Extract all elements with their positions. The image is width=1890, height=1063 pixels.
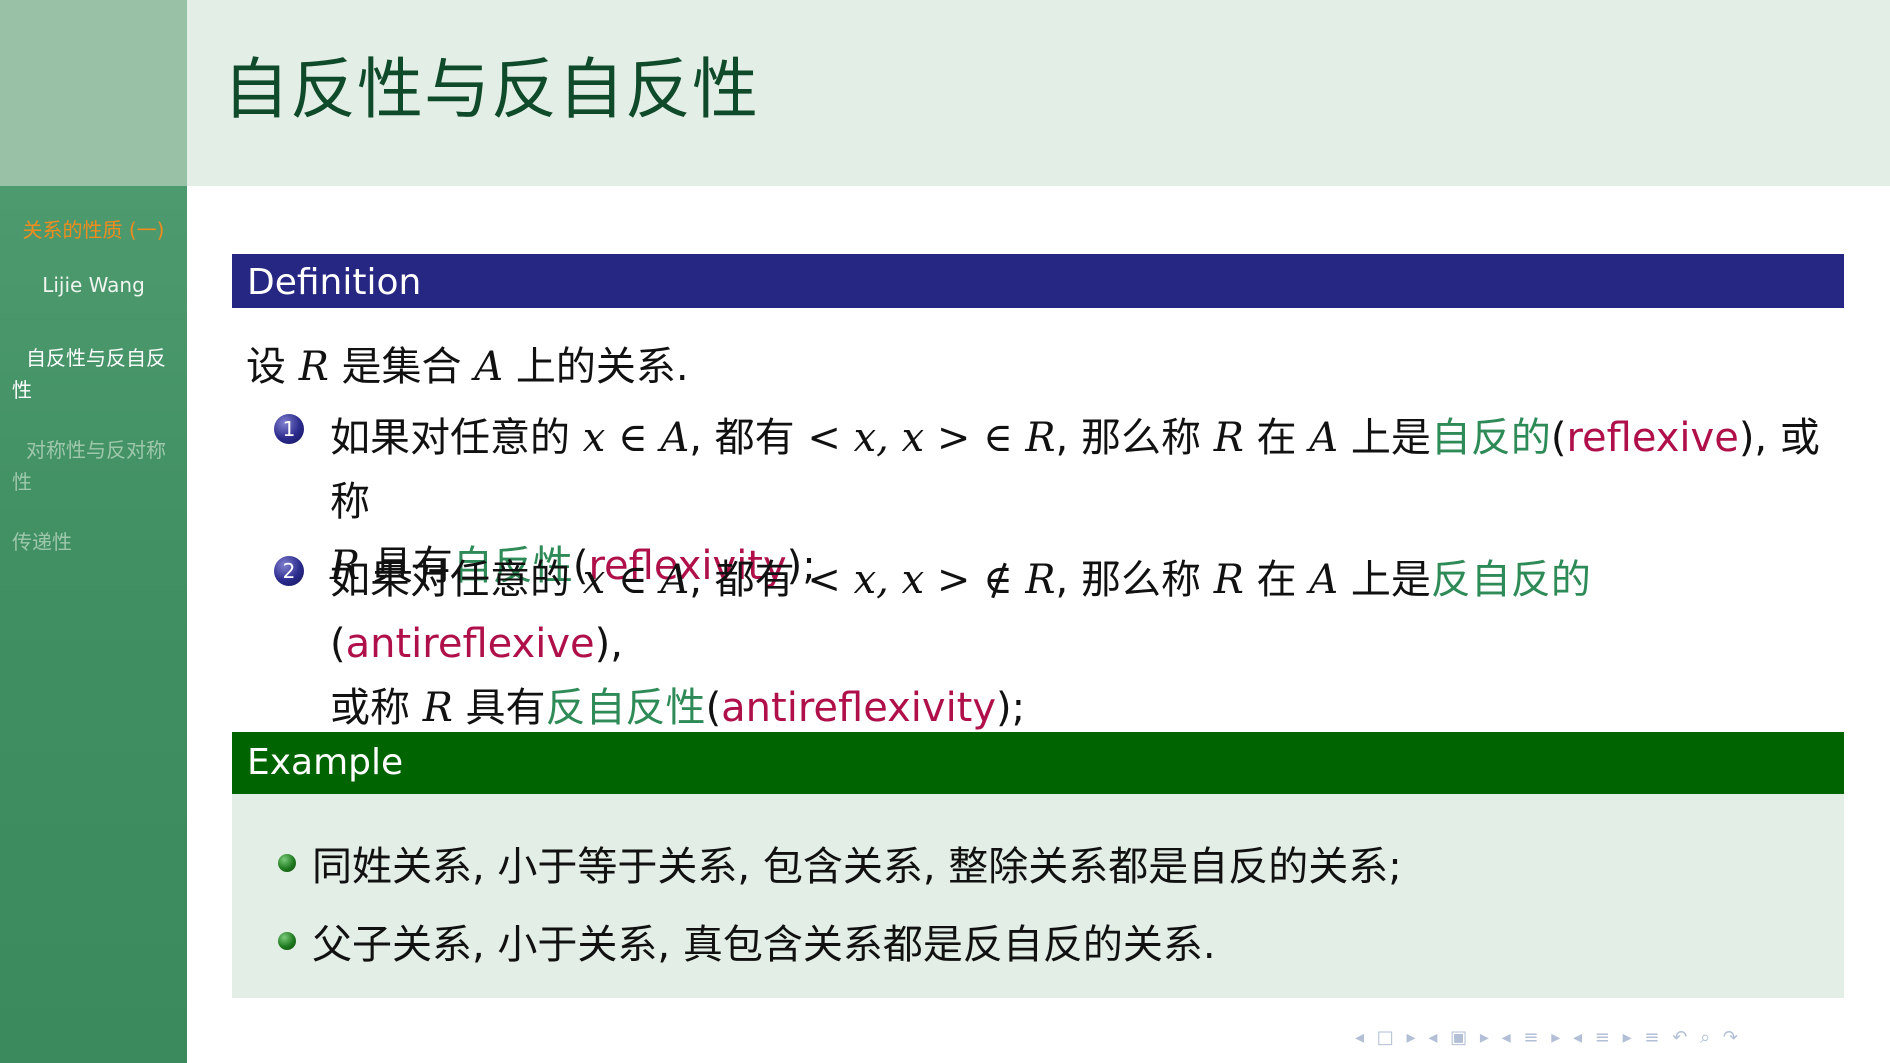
bullet-icon xyxy=(278,932,296,950)
term-antireflexive-en: antireflexive xyxy=(345,621,595,667)
term-reflexive: 自反的 xyxy=(1430,415,1551,461)
definition-heading: Definition xyxy=(247,262,422,303)
intro-math-r: R xyxy=(298,344,329,390)
sidebar-author[interactable]: Lijie Wang xyxy=(0,273,187,297)
term-antireflexivity: 反自反性 xyxy=(545,685,706,731)
sidebar-item-transitive[interactable]: 传递性 xyxy=(12,526,178,558)
nav-forward-icon[interactable]: ↷ xyxy=(1723,1027,1738,1048)
example-item-text: 父子关系, 小于关系, 真包含关系都是反自反的关系. xyxy=(312,922,1216,968)
definition-heading-bar: Definition xyxy=(232,254,1844,308)
navigation-bar: ◂ □ ▸ ◂ ▣ ▸ ◂ ≡ ▸ ◂ ≡ ▸ ≡ ↶ ⌕ ↷ xyxy=(1355,1027,1880,1051)
example-heading: Example xyxy=(247,742,404,783)
sidebar-item-symmetric[interactable]: 对称性与反对称性 xyxy=(12,434,178,498)
nav-frame-icon[interactable]: □ xyxy=(1377,1027,1394,1048)
nav-next-section-icon[interactable]: ▸ xyxy=(1551,1027,1560,1048)
definition-body: 设 R 是集合 A 上的关系. 1 如果对任意的 x ∈ A, 都有 < x, … xyxy=(232,308,1844,731)
nav-search-icon[interactable]: ⌕ xyxy=(1700,1027,1710,1048)
term-reflexive-en: reflexive xyxy=(1566,415,1739,461)
sidebar-short-title[interactable]: 关系的性质 (一) xyxy=(0,214,187,243)
example-item-text: 同姓关系, 小于等于关系, 包含关系, 整除关系都是自反的关系; xyxy=(312,844,1402,890)
intro-text: 设 xyxy=(246,344,299,390)
nav-prev-frame-icon[interactable]: ◂ xyxy=(1355,1027,1364,1048)
page-title: 自反性与反自反性 xyxy=(223,51,759,128)
sidebar-logo-area xyxy=(0,0,187,186)
bullet-icon xyxy=(278,854,296,872)
nav-appendix-icon[interactable]: ≡ xyxy=(1644,1027,1659,1048)
term-antireflexive: 反自反的 xyxy=(1430,557,1591,603)
enum-badge-1: 1 xyxy=(274,414,304,444)
nav-prev-section-icon[interactable]: ◂ xyxy=(1502,1027,1511,1048)
intro-text: 是集合 xyxy=(328,344,475,390)
nav-next-frame-icon[interactable]: ▸ xyxy=(1407,1027,1416,1048)
nav-back-icon[interactable]: ↶ xyxy=(1672,1027,1687,1048)
sidebar: 关系的性质 (一) Lijie Wang 自反性与反自反性 对称性与反对称性 传… xyxy=(0,0,187,1063)
example-heading-bar: Example xyxy=(232,732,1844,794)
nav-subsection-icon[interactable]: ▣ xyxy=(1450,1027,1467,1048)
definition-intro: 设 R 是集合 A 上的关系. xyxy=(246,334,689,392)
nav-doc-icon[interactable]: ≡ xyxy=(1595,1027,1610,1048)
enum-badge-2: 2 xyxy=(274,556,304,586)
nav-section-icon[interactable]: ≡ xyxy=(1523,1027,1538,1048)
enum-text: 如果对任意的 x ∈ A, 都有 < x, x > ∉ R, 那么称 R 在 A… xyxy=(330,557,1591,731)
intro-math-a: A xyxy=(474,344,504,390)
example-body: 同姓关系, 小于等于关系, 包含关系, 整除关系都是自反的关系; 父子关系, 小… xyxy=(232,794,1844,998)
nav-next-doc-icon[interactable]: ▸ xyxy=(1623,1027,1632,1048)
sidebar-item-reflexive[interactable]: 自反性与反自反性 xyxy=(12,342,178,406)
nav-next-subsection-icon[interactable]: ▸ xyxy=(1480,1027,1489,1048)
frame-header: 自反性与反自反性 xyxy=(187,0,1890,186)
nav-prev-doc-icon[interactable]: ◂ xyxy=(1573,1027,1582,1048)
intro-text: 上的关系. xyxy=(503,344,689,390)
nav-prev-subsection-icon[interactable]: ◂ xyxy=(1428,1027,1437,1048)
term-antireflexivity-en: antireflexivity xyxy=(721,685,997,731)
